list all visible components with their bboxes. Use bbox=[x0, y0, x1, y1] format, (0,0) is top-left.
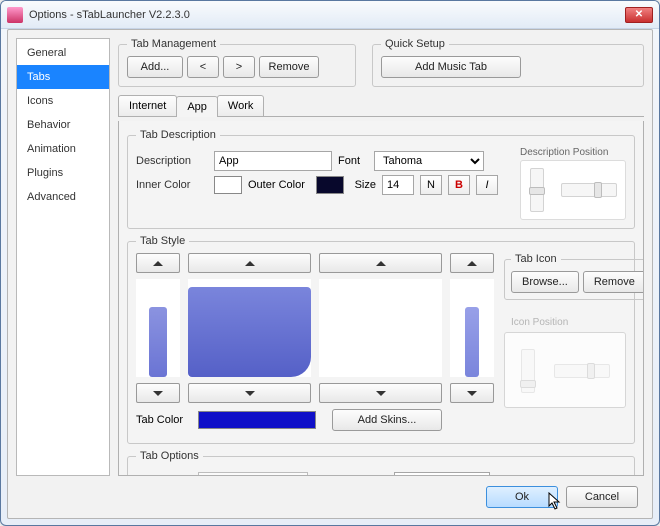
tab-color-swatch[interactable] bbox=[198, 411, 316, 429]
font-label: Font bbox=[338, 155, 368, 167]
sidebar-item-tabs[interactable]: Tabs bbox=[17, 65, 109, 89]
icon-position-legend: Icon Position bbox=[508, 317, 571, 328]
outer-color-label: Outer Color bbox=[248, 179, 310, 191]
size-label: Size bbox=[350, 179, 376, 191]
tab-management-legend: Tab Management bbox=[127, 38, 220, 50]
tab-list-tabs: Internet App Work bbox=[118, 95, 644, 117]
style1-down-button[interactable] bbox=[136, 383, 180, 403]
dialog-footer: Ok Cancel bbox=[486, 486, 638, 508]
font-normal-button[interactable]: N bbox=[420, 175, 442, 195]
tab-internet[interactable]: Internet bbox=[118, 95, 177, 116]
desc-pos-slider-horizontal[interactable] bbox=[561, 183, 617, 197]
sidebar-item-behavior[interactable]: Behavior bbox=[17, 113, 109, 137]
titlebar[interactable]: Options - sTabLauncher V2.2.3.0 ✕ bbox=[1, 1, 659, 29]
inner-color-swatch[interactable] bbox=[214, 176, 242, 194]
description-input[interactable] bbox=[214, 151, 332, 171]
window-title: Options - sTabLauncher V2.2.3.0 bbox=[29, 9, 625, 21]
sidebar-item-animation[interactable]: Animation bbox=[17, 137, 109, 161]
description-label: Description bbox=[136, 155, 208, 167]
chevron-up-icon bbox=[153, 261, 163, 266]
move-right-button[interactable]: > bbox=[223, 56, 255, 78]
tab-icon-legend: Tab Icon bbox=[511, 253, 561, 265]
style3-up-button[interactable] bbox=[319, 253, 442, 273]
chevron-down-icon bbox=[153, 391, 163, 396]
tab-style-legend: Tab Style bbox=[136, 235, 189, 247]
sidebar-item-icons[interactable]: Icons bbox=[17, 89, 109, 113]
app-icon bbox=[7, 7, 23, 23]
icon-pos-slider-horizontal[interactable] bbox=[554, 364, 610, 378]
sidebar: General Tabs Icons Behavior Animation Pl… bbox=[16, 38, 110, 476]
icon-pos-slider-vertical[interactable] bbox=[521, 349, 535, 393]
chevron-up-icon bbox=[245, 261, 255, 266]
style4-up-button[interactable] bbox=[450, 253, 494, 273]
style4-down-button[interactable] bbox=[450, 383, 494, 403]
style2-preview bbox=[188, 279, 311, 377]
style3-preview bbox=[319, 279, 442, 377]
tab-options-group: Tab Options Tab Type Normal Tab Tab Plug… bbox=[127, 450, 635, 476]
font-select[interactable]: Tahoma bbox=[374, 151, 484, 171]
remove-tab-button[interactable]: Remove bbox=[259, 56, 319, 78]
style3-down-button[interactable] bbox=[319, 383, 442, 403]
sidebar-item-plugins[interactable]: Plugins bbox=[17, 161, 109, 185]
tab-style-group: Tab Style bbox=[127, 235, 635, 444]
quick-setup-legend: Quick Setup bbox=[381, 38, 449, 50]
close-icon[interactable]: ✕ bbox=[625, 7, 653, 23]
sidebar-item-advanced[interactable]: Advanced bbox=[17, 185, 109, 209]
tab-work[interactable]: Work bbox=[217, 95, 264, 116]
description-position-group: Description Position bbox=[520, 147, 626, 220]
style1-preview bbox=[136, 279, 180, 377]
tab-type-select: Normal Tab bbox=[198, 472, 308, 476]
tab-color-label: Tab Color bbox=[136, 414, 192, 426]
outer-color-swatch[interactable] bbox=[316, 176, 344, 194]
add-skins-button[interactable]: Add Skins... bbox=[332, 409, 442, 431]
tab-options-legend: Tab Options bbox=[136, 450, 203, 462]
sidebar-item-general[interactable]: General bbox=[17, 41, 109, 65]
font-bold-button[interactable]: B bbox=[448, 175, 470, 195]
tab-description-group: Tab Description Description Font Tahoma bbox=[127, 129, 635, 229]
chevron-down-icon bbox=[376, 391, 386, 396]
desc-pos-legend: Description Position bbox=[520, 147, 626, 158]
quick-setup-group: Quick Setup Add Music Tab bbox=[372, 38, 644, 87]
ok-button[interactable]: Ok bbox=[486, 486, 558, 508]
client-area: General Tabs Icons Behavior Animation Pl… bbox=[7, 29, 653, 519]
chevron-down-icon bbox=[245, 391, 255, 396]
chevron-down-icon bbox=[467, 391, 477, 396]
move-left-button[interactable]: < bbox=[187, 56, 219, 78]
style2-up-button[interactable] bbox=[188, 253, 311, 273]
add-tab-button[interactable]: Add... bbox=[127, 56, 183, 78]
tab-settings-panel: Tab Description Description Font Tahoma bbox=[118, 121, 644, 476]
style4-preview bbox=[450, 279, 494, 377]
main-panel: Tab Management Add... < > Remove Quick S… bbox=[118, 38, 644, 476]
inner-color-label: Inner Color bbox=[136, 179, 208, 191]
desc-pos-slider-vertical[interactable] bbox=[530, 168, 544, 212]
options-window: Options - sTabLauncher V2.2.3.0 ✕ Genera… bbox=[0, 0, 660, 526]
add-music-tab-button[interactable]: Add Music Tab bbox=[381, 56, 521, 78]
remove-icon-button[interactable]: Remove bbox=[583, 271, 644, 293]
browse-icon-button[interactable]: Browse... bbox=[511, 271, 579, 293]
cancel-button[interactable]: Cancel bbox=[566, 486, 638, 508]
chevron-up-icon bbox=[467, 261, 477, 266]
tab-icon-group: Tab Icon Browse... Remove bbox=[504, 253, 644, 300]
style1-up-button[interactable] bbox=[136, 253, 180, 273]
font-italic-button[interactable]: I bbox=[476, 175, 498, 195]
size-input[interactable] bbox=[382, 175, 414, 195]
tab-plugin-select[interactable] bbox=[394, 472, 490, 476]
tab-management-group: Tab Management Add... < > Remove bbox=[118, 38, 356, 87]
icon-position-group: Icon Position bbox=[504, 330, 626, 408]
chevron-up-icon bbox=[376, 261, 386, 266]
tab-app[interactable]: App bbox=[176, 96, 218, 117]
style2-down-button[interactable] bbox=[188, 383, 311, 403]
tab-description-legend: Tab Description bbox=[136, 129, 220, 141]
